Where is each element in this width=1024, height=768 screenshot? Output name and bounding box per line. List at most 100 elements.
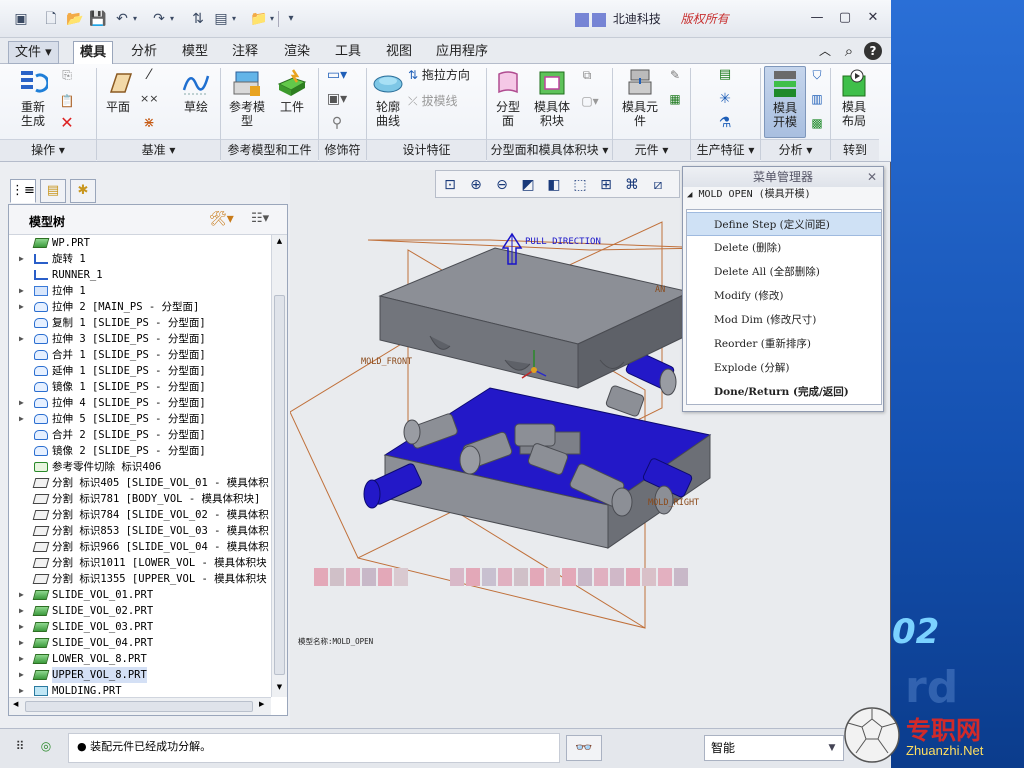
tree-node[interactable]: 复制 1 [SLIDE_PS - 分型面] <box>9 315 271 331</box>
paste-icon[interactable]: 📋 <box>58 94 76 108</box>
tree-node[interactable]: ▶ SLIDE_VOL_01.PRT <box>9 587 271 603</box>
check-thickness-icon[interactable]: ⛉ <box>808 68 826 82</box>
runner-icon[interactable]: ⚗ <box>710 116 740 130</box>
menu-item[interactable]: Delete (删除) <box>687 236 881 260</box>
csys-icon[interactable]: ⋇ <box>140 116 158 130</box>
tab-view[interactable]: 视图 <box>380 41 418 64</box>
tree-node[interactable]: 镜像 1 [SLIDE_PS - 分型面] <box>9 379 271 395</box>
open-folder-icon[interactable]: 📂 <box>66 10 84 28</box>
regenerate-icon[interactable]: ⇅ <box>189 10 207 28</box>
group-analysis[interactable]: 分析 ▾ <box>761 139 830 161</box>
tab-analysis[interactable]: 分析 <box>125 41 163 64</box>
tree-node[interactable]: ▶ 拉伸 5 [SLIDE_PS - 分型面] <box>9 411 271 427</box>
tab-model[interactable]: 模型 <box>176 41 214 64</box>
selection-toggle-button[interactable]: 👓 <box>566 735 602 761</box>
new-file-icon[interactable]: 🗋 <box>42 10 60 28</box>
tree-node[interactable]: ▶ UPPER_VOL_8.PRT <box>9 667 271 683</box>
cosmetic-thread-icon[interactable]: ▣▾ <box>322 92 352 106</box>
menu-item[interactable]: Define Step (定义间距) <box>687 212 881 236</box>
expand-arrow-icon[interactable]: ▶ <box>19 635 24 651</box>
scroll-thumb[interactable] <box>25 701 253 712</box>
tab-file[interactable]: 文件 ▾ <box>8 41 59 64</box>
tree-node[interactable]: 分割 标识853 [SLIDE_VOL_03 - 模具体积 <box>9 523 271 539</box>
mold-open-button[interactable]: 模具开模 <box>764 66 806 138</box>
collapse-ribbon-icon[interactable]: ︿ <box>816 42 834 60</box>
expand-arrow-icon[interactable]: ▶ <box>19 395 24 411</box>
expand-arrow-icon[interactable]: ▶ <box>19 619 24 635</box>
expand-arrow-icon[interactable]: ▶ <box>19 251 24 267</box>
customize-dropdown-icon[interactable]: ▾ <box>282 10 300 28</box>
folder-icon[interactable]: 📁 <box>250 10 268 28</box>
tab-applications[interactable]: 应用程序 <box>430 41 494 64</box>
saved-views-icon[interactable]: ⬚ <box>570 175 590 195</box>
tree-node[interactable]: ▶ 旋转 1 <box>9 251 271 267</box>
tree-node[interactable]: ▶ SLIDE_VOL_04.PRT <box>9 635 271 651</box>
menu-item[interactable]: Delete All (全部删除) <box>687 260 881 284</box>
annotation-display-icon[interactable]: ⧄ <box>648 175 668 195</box>
mold-layout-button[interactable]: 模具布局 <box>834 68 874 128</box>
menu-header[interactable]: ◢ MOLD OPEN (模具开模) <box>687 187 881 203</box>
close-icon[interactable]: ✕ <box>862 8 884 28</box>
workpiece-button[interactable]: 工件 <box>272 68 312 114</box>
drag-direction-button[interactable]: ⇅ 拖拉方向 <box>408 68 482 82</box>
tree-node[interactable]: RUNNER_1 <box>9 267 271 283</box>
expand-arrow-icon[interactable]: ▶ <box>19 411 24 427</box>
cosmetic-sketch-icon[interactable]: ▭▾ <box>322 68 352 82</box>
tree-node[interactable]: ▶ SLIDE_VOL_02.PRT <box>9 603 271 619</box>
expand-arrow-icon[interactable]: ▶ <box>19 299 24 315</box>
expand-arrow-icon[interactable]: ▶ <box>19 283 24 299</box>
browser-toggle-icon[interactable]: ◎ <box>36 739 56 759</box>
volume-split-icon[interactable]: ▢▾ <box>578 94 602 108</box>
delete-icon[interactable]: ✕ <box>58 115 76 131</box>
view-manager-icon[interactable]: ⊞ <box>596 175 616 195</box>
maximize-icon[interactable]: ▢ <box>834 8 856 28</box>
tab-annotate[interactable]: 注释 <box>226 41 264 64</box>
cooling-icon[interactable]: ✳ <box>710 92 740 106</box>
search-icon[interactable]: ⌕ <box>840 42 858 60</box>
copy-icon[interactable]: ⎘ <box>58 68 76 82</box>
menu-item[interactable]: Mod Dim (修改尺寸) <box>687 308 881 332</box>
zoom-out-icon[interactable]: ⊖ <box>492 175 512 195</box>
redo-icon[interactable]: ↷ <box>150 10 168 28</box>
menu-item[interactable]: Explode (分解) <box>687 356 881 380</box>
parting-surface-button[interactable]: 分型面 <box>490 68 526 128</box>
tree-node[interactable]: 参考零件切除 标识406 <box>9 459 271 475</box>
zoom-in-icon[interactable]: ⊕ <box>466 175 486 195</box>
tree-node[interactable]: 分割 标识784 [SLIDE_VOL_02 - 模具体积 <box>9 507 271 523</box>
cast-icon[interactable]: ✎ <box>666 68 684 82</box>
contour-curve-button[interactable]: 轮廓曲线 <box>368 68 408 128</box>
group-parting-volume[interactable]: 分型面和模具体积块 ▾ <box>487 139 612 161</box>
tree-horizontal-scrollbar[interactable]: ◀ ▶ <box>9 697 271 715</box>
window-dropdown-icon[interactable]: ▾ <box>229 10 239 28</box>
mold-volume-button[interactable]: 模具体积块 <box>528 68 576 128</box>
plane-button[interactable]: 平面 <box>100 68 136 114</box>
datum-display-icon[interactable]: ⌘ <box>622 175 642 195</box>
scroll-up-icon[interactable]: ▲ <box>274 237 285 247</box>
refit-icon[interactable]: ⊡ <box>440 175 460 195</box>
scroll-down-icon[interactable]: ▼ <box>274 683 285 693</box>
expand-arrow-icon[interactable]: ▶ <box>19 331 24 347</box>
group-operations[interactable]: 操作 ▾ <box>0 139 96 161</box>
tree-node[interactable]: 分割 标识1355 [UPPER_VOL - 模具体积块 <box>9 571 271 587</box>
scroll-right-icon[interactable]: ▶ <box>259 700 264 708</box>
folder-dropdown-icon[interactable]: ▾ <box>267 10 277 28</box>
tree-node[interactable]: 分割 标识1011 [LOWER_VOL - 模具体积块 <box>9 555 271 571</box>
expand-arrow-icon[interactable]: ▶ <box>19 683 24 697</box>
ref-model-button[interactable]: 参考模型 <box>224 68 270 128</box>
redo-dropdown-icon[interactable]: ▾ <box>167 10 177 28</box>
axis-icon[interactable]: ⁄ <box>140 68 158 82</box>
repaint-icon[interactable]: ◩ <box>518 175 538 195</box>
scroll-thumb[interactable] <box>274 295 285 675</box>
tree-node[interactable]: WP.PRT <box>9 235 271 251</box>
help-icon[interactable]: ? <box>864 42 882 60</box>
group-datum[interactable]: 基准 ▾ <box>97 139 220 161</box>
favorites-tab[interactable]: ✱ <box>70 179 96 203</box>
mold-component-button[interactable]: 模具元件 <box>616 68 664 128</box>
menu-item[interactable]: Reorder (重新排序) <box>687 332 881 356</box>
undo-dropdown-icon[interactable]: ▾ <box>130 10 140 28</box>
chevron-down-icon[interactable]: ▼ <box>820 735 844 761</box>
scroll-left-icon[interactable]: ◀ <box>13 700 18 708</box>
tree-vertical-scrollbar[interactable]: ▲ ▼ <box>271 235 287 697</box>
tree-filters-icon[interactable]: ☷▾ <box>251 211 269 226</box>
minimize-icon[interactable]: — <box>806 8 828 28</box>
